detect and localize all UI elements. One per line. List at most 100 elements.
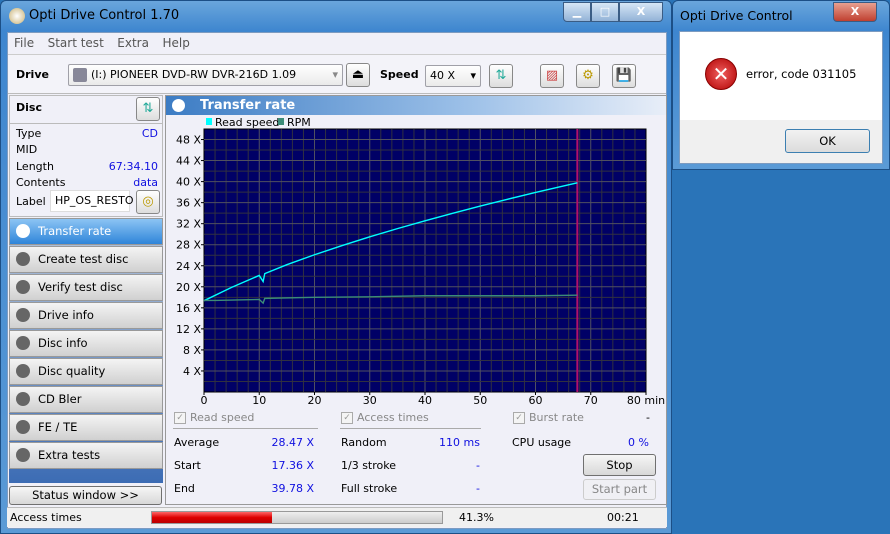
nav-item-fe-te[interactable]: FE / TE	[9, 414, 163, 441]
drive-value: (I:) PIONEER DVD-RW DVR-216D 1.09	[91, 68, 297, 81]
disc-label-button[interactable]: ◎	[136, 190, 160, 214]
disc-panel: Disc ⇅ Type CD MID Length 67:34.10 Conte…	[9, 95, 163, 217]
read-speed-label: Read speed	[190, 411, 255, 424]
y-tick-label: 28 X	[176, 239, 201, 252]
eraser-icon: ▨	[545, 68, 559, 83]
menu-start-test[interactable]: Start test	[48, 36, 104, 50]
y-tick-label: 12 X	[176, 323, 201, 336]
disc-test-icon	[16, 364, 30, 378]
legend-label: RPM	[287, 116, 311, 129]
third-stroke-label: 1/3 stroke	[341, 459, 396, 472]
access-times-checkbox[interactable]: ✓	[341, 412, 353, 424]
x-tick-label: 60	[529, 394, 543, 407]
stop-button[interactable]: Stop	[583, 454, 656, 476]
nav-item-disc-quality[interactable]: Disc quality	[9, 358, 163, 385]
nav-item-disc-info[interactable]: Disc info	[9, 330, 163, 357]
y-tick-label: 48 X	[176, 134, 201, 147]
menu-file[interactable]: File	[14, 36, 34, 50]
panel-header: Transfer rate	[166, 96, 666, 115]
save-button[interactable]: 💾	[612, 64, 636, 88]
nav-label: Drive info	[38, 308, 94, 322]
average-label: Average	[174, 436, 220, 449]
error-message: error, code 031105	[746, 67, 857, 81]
error-dialog: Opti Drive Control X ✕ error, code 03110…	[672, 0, 890, 170]
nav-label: Disc quality	[38, 364, 106, 378]
disc-test-icon	[16, 252, 30, 266]
full-stroke-label: Full stroke	[341, 482, 398, 495]
main-window: Opti Drive Control 1.70 ▁ □ X File Start…	[0, 0, 672, 534]
length-value: 67:34.10	[108, 160, 158, 173]
read-speed-checkbox[interactable]: ✓	[174, 412, 186, 424]
status-text: Access times	[10, 511, 82, 524]
disc-test-icon	[16, 224, 30, 238]
status-bar: Access times 41.3% 00:21	[7, 507, 667, 527]
y-tick-label: 16 X	[176, 302, 201, 315]
settings-button[interactable]: ⚙	[576, 64, 600, 88]
start-label: Start	[174, 459, 201, 472]
menu-extra[interactable]: Extra	[117, 36, 149, 50]
nav-label: Transfer rate	[38, 224, 112, 238]
type-key: Type	[16, 127, 42, 140]
start-part-button[interactable]: Start part	[583, 479, 656, 500]
average-value: 28.47 X	[271, 436, 314, 449]
nav-item-verify-test-disc[interactable]: Verify test disc	[9, 274, 163, 301]
x-tick-label: 0	[201, 394, 208, 407]
length-key: Length	[16, 160, 54, 173]
progress-fill	[152, 512, 272, 523]
nav-item-extra-tests[interactable]: Extra tests	[9, 442, 163, 469]
progress-percent: 41.3%	[459, 511, 494, 524]
maximize-button[interactable]: □	[591, 2, 619, 22]
y-tick-label: 40 X	[176, 176, 201, 189]
refresh-icon: ⇅	[142, 101, 154, 116]
close-button[interactable]: X	[619, 2, 663, 22]
burst-rate-label: Burst rate	[529, 411, 584, 424]
third-stroke-value: -	[476, 459, 480, 472]
label-field[interactable]: HP_OS_RESTO	[50, 190, 134, 212]
burst-rate-checkbox[interactable]: ✓	[513, 412, 525, 424]
legend-swatch	[206, 118, 212, 125]
app-icon	[9, 8, 25, 24]
end-label: End	[174, 482, 195, 495]
dialog-close-button[interactable]: X	[833, 2, 877, 22]
disc-refresh-button[interactable]: ⇅	[136, 97, 160, 121]
y-tick-label: 44 X	[176, 155, 201, 168]
refresh-speed-button[interactable]: ⇅	[489, 64, 513, 88]
burst-rate-value: -	[646, 411, 650, 424]
cpu-usage-value: 0 %	[628, 436, 649, 449]
x-tick-label: 30	[363, 394, 377, 407]
minimize-button[interactable]: ▁	[563, 2, 591, 22]
eject-button[interactable]: ⏏	[346, 63, 370, 87]
y-tick-label: 32 X	[176, 218, 201, 231]
speed-label: Speed	[380, 68, 419, 81]
ok-button[interactable]: OK	[785, 129, 870, 153]
nav-item-create-test-disc[interactable]: Create test disc	[9, 246, 163, 273]
elapsed-time: 00:21	[607, 511, 639, 524]
speed-select[interactable]: 40 X ▾	[425, 65, 481, 87]
drive-select[interactable]: (I:) PIONEER DVD-RW DVR-216D 1.09 ▾	[68, 64, 343, 86]
status-window-button[interactable]: Status window >>	[9, 486, 162, 505]
erase-button[interactable]: ▨	[540, 64, 564, 88]
full-stroke-value: -	[476, 482, 480, 495]
disc-test-icon	[16, 392, 30, 406]
nav-item-transfer-rate[interactable]: Transfer rate	[9, 218, 163, 245]
start-value: 17.36 X	[271, 459, 314, 472]
nav-item-drive-info[interactable]: Drive info	[9, 302, 163, 329]
legend-label: Read speed	[215, 116, 279, 129]
gears-icon: ⚙	[582, 68, 594, 83]
x-tick-label: 50	[473, 394, 487, 407]
window-title: Opti Drive Control 1.70	[29, 8, 180, 23]
disc-test-icon	[16, 308, 30, 322]
disc-test-icon	[16, 280, 30, 294]
access-times-label: Access times	[357, 411, 429, 424]
end-value: 39.78 X	[271, 482, 314, 495]
menu-help[interactable]: Help	[162, 36, 189, 50]
mid-key: MID	[16, 143, 38, 156]
y-tick-label: 8 X	[183, 344, 201, 357]
y-tick-label: 24 X	[176, 260, 201, 273]
nav-item-cd-bler[interactable]: CD Bler	[9, 386, 163, 413]
nav-label: Disc info	[38, 336, 88, 350]
transfer-rate-chart: 4 X 8 X 12 X 16 X 20 X 24 X 28 X 32 X 36 X 40 X 44…	[176, 116, 665, 407]
random-value: 110 ms	[439, 436, 480, 449]
x-tick-label: 70	[584, 394, 598, 407]
disc-title: Disc	[16, 101, 42, 114]
